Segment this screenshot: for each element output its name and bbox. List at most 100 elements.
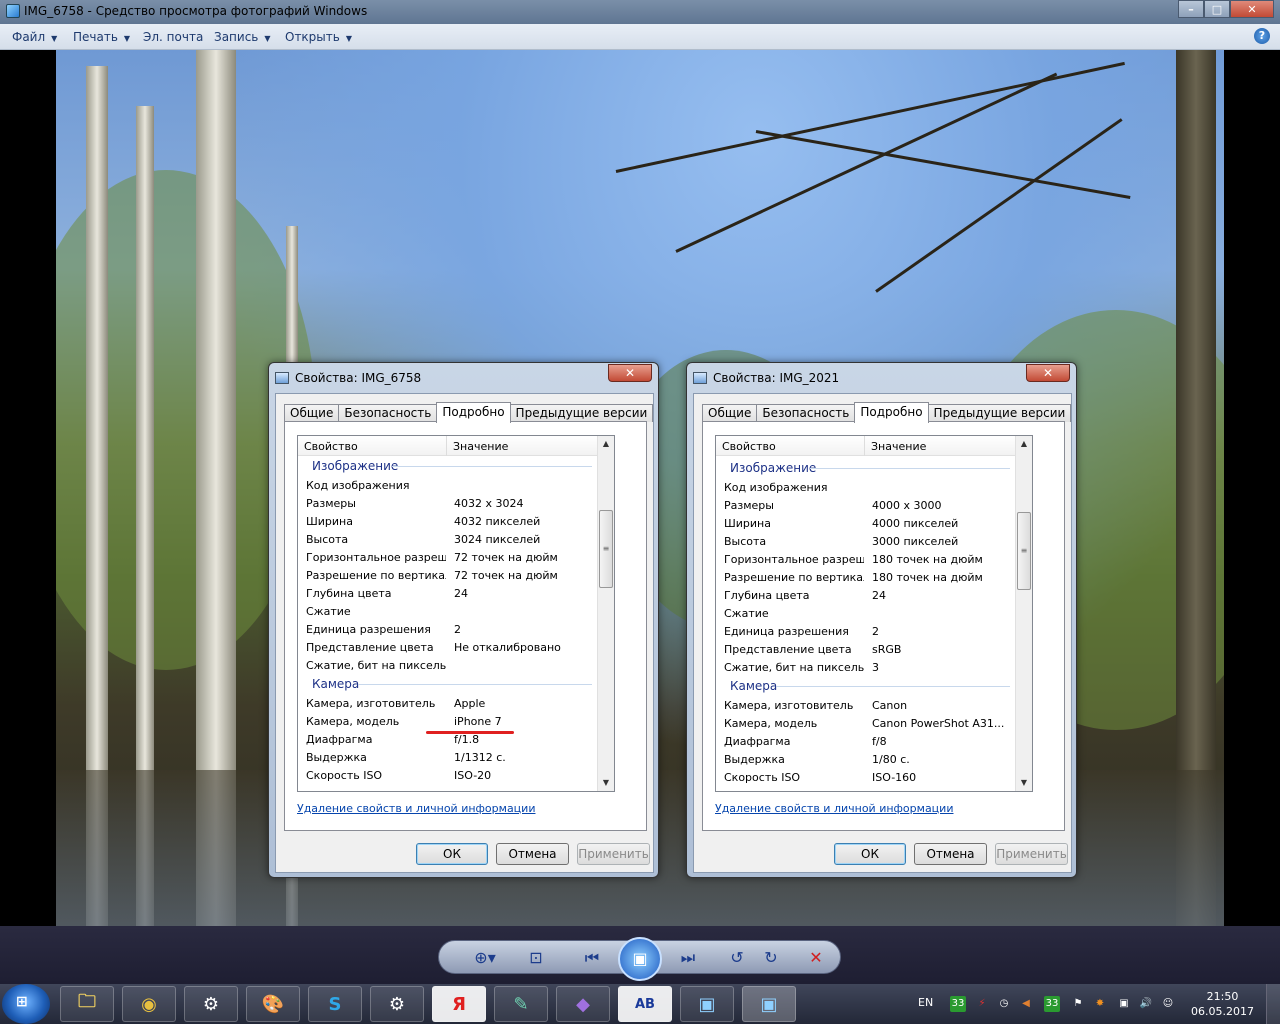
volume-icon[interactable]: 🔊 bbox=[1138, 996, 1154, 1012]
scroll-down-arrow-icon[interactable]: ▼ bbox=[598, 775, 614, 791]
list-item[interactable]: Камера, модель Canon PowerShot A31... bbox=[716, 714, 1032, 732]
list-item[interactable]: Сжатие bbox=[716, 604, 1032, 622]
vertical-scrollbar[interactable]: ▲ ≡ ▼ bbox=[597, 436, 614, 791]
property-list[interactable]: Свойство Значение Изображение Код изобра… bbox=[297, 435, 615, 792]
scroll-thumb[interactable]: ≡ bbox=[1017, 512, 1031, 590]
tray-status-icon[interactable]: ☺ bbox=[1160, 996, 1176, 1012]
visual-studio-icon[interactable]: ◆ bbox=[556, 986, 610, 1022]
list-item[interactable]: Сжатие bbox=[298, 602, 614, 620]
chrome-icon[interactable]: ◉ bbox=[122, 986, 176, 1022]
list-item[interactable]: Размеры 4032 x 3024 bbox=[298, 494, 614, 512]
tray-steam-icon[interactable]: ◷ bbox=[996, 996, 1012, 1012]
list-item[interactable]: Скорость ISO ISO-20 bbox=[298, 766, 614, 784]
menu-file[interactable]: Файл ▼ bbox=[12, 30, 57, 44]
remove-properties-link[interactable]: Удаление свойств и личной информации bbox=[297, 802, 535, 815]
rotate-right-icon[interactable]: ↻ bbox=[760, 949, 782, 967]
tab-security[interactable]: Безопасность bbox=[756, 404, 856, 422]
tab-details[interactable]: Подробно bbox=[436, 402, 511, 423]
remove-properties-link[interactable]: Удаление свойств и личной информации bbox=[715, 802, 953, 815]
minimize-button[interactable]: – bbox=[1178, 0, 1204, 18]
paint-icon[interactable]: 🎨 bbox=[246, 986, 300, 1022]
column-header-value[interactable]: Значение bbox=[871, 440, 926, 453]
list-item[interactable]: Горизонтальное разреше...180 точек на дю… bbox=[716, 550, 1032, 568]
ok-button[interactable]: ОК bbox=[834, 843, 906, 865]
list-item[interactable]: Единица разрешения 2 bbox=[716, 622, 1032, 640]
cancel-button[interactable]: Отмена bbox=[496, 843, 569, 865]
list-item[interactable]: Глубина цвета 24 bbox=[298, 584, 614, 602]
list-item[interactable]: Сжатие, бит на пиксель 3 bbox=[716, 658, 1032, 676]
tray-flash-icon[interactable]: ⚡ bbox=[974, 996, 990, 1012]
tab-details[interactable]: Подробно bbox=[854, 402, 929, 423]
list-item[interactable]: Высота 3024 пикселей bbox=[298, 530, 614, 548]
tray-app-33-icon[interactable]: 33 bbox=[950, 996, 966, 1012]
apply-button[interactable]: Применить bbox=[577, 843, 650, 865]
tab-previous-versions[interactable]: Предыдущие версии bbox=[927, 404, 1072, 422]
maximize-button[interactable]: □ bbox=[1204, 0, 1230, 18]
vertical-scrollbar[interactable]: ▲ ≡ ▼ bbox=[1015, 436, 1032, 791]
scroll-up-arrow-icon[interactable]: ▲ bbox=[598, 436, 614, 452]
show-desktop-button[interactable] bbox=[1266, 984, 1280, 1024]
fit-window-icon[interactable]: ⊡ bbox=[525, 949, 547, 967]
photo-viewer-icon[interactable]: ▣ bbox=[680, 986, 734, 1022]
scroll-thumb[interactable]: ≡ bbox=[599, 510, 613, 588]
list-item[interactable]: Сжатие, бит на пиксель bbox=[298, 656, 614, 674]
cancel-button[interactable]: Отмена bbox=[914, 843, 987, 865]
list-item[interactable]: Горизонтальное разреше...72 точек на дюй… bbox=[298, 548, 614, 566]
list-item[interactable]: Ширина 4032 пикселей bbox=[298, 512, 614, 530]
ok-button[interactable]: ОК bbox=[416, 843, 488, 865]
list-item[interactable]: Ширина 4000 пикселей bbox=[716, 514, 1032, 532]
notes-icon[interactable]: ✎ bbox=[494, 986, 548, 1022]
list-item[interactable]: Код изображения bbox=[716, 478, 1032, 496]
tray-app-33-alt-icon[interactable]: 33 bbox=[1044, 996, 1060, 1012]
steam-icon[interactable]: ⚙ bbox=[184, 986, 238, 1022]
delete-icon[interactable]: ✕ bbox=[805, 949, 827, 967]
tray-arrow-icon[interactable]: ◀ bbox=[1018, 996, 1034, 1012]
list-item[interactable]: Камера, изготовитель Canon bbox=[716, 696, 1032, 714]
skype-icon[interactable]: S bbox=[308, 986, 362, 1022]
dialog-close-button[interactable]: ✕ bbox=[608, 364, 652, 382]
column-header-property[interactable]: Свойство bbox=[304, 440, 358, 453]
column-header-value[interactable]: Значение bbox=[453, 440, 508, 453]
list-item[interactable]: Код изображения bbox=[298, 476, 614, 494]
column-header-property[interactable]: Свойство bbox=[722, 440, 776, 453]
dialog-close-button[interactable]: ✕ bbox=[1026, 364, 1070, 382]
slideshow-icon[interactable]: ▣ bbox=[618, 937, 662, 981]
list-item[interactable]: Камера, модель iPhone 7 bbox=[298, 712, 614, 730]
tray-avast-icon[interactable]: ✸ bbox=[1092, 996, 1108, 1012]
yandex-icon[interactable]: Я bbox=[432, 986, 486, 1022]
menu-burn[interactable]: Запись ▼ bbox=[214, 30, 271, 44]
tab-security[interactable]: Безопасность bbox=[338, 404, 438, 422]
list-item[interactable]: Разрешение по вертикали 180 точек на дюйм bbox=[716, 568, 1032, 586]
scroll-up-arrow-icon[interactable]: ▲ bbox=[1016, 436, 1032, 452]
scroll-down-arrow-icon[interactable]: ▼ bbox=[1016, 775, 1032, 791]
previous-icon[interactable]: ⏮ bbox=[581, 949, 603, 967]
menu-email[interactable]: Эл. почта bbox=[143, 30, 203, 44]
start-button[interactable]: ⊞ bbox=[2, 984, 50, 1024]
rotate-left-icon[interactable]: ↺ bbox=[726, 949, 748, 967]
list-item[interactable]: Единица разрешения 2 bbox=[298, 620, 614, 638]
next-icon[interactable]: ⏭ bbox=[677, 949, 699, 967]
abc-net-icon[interactable]: AB bbox=[618, 986, 672, 1022]
list-item[interactable]: Скорость ISO ISO-160 bbox=[716, 768, 1032, 786]
tab-general[interactable]: Общие bbox=[702, 404, 758, 422]
zoom-icon[interactable]: ⊕▾ bbox=[469, 949, 501, 967]
clock[interactable]: 21:50 06.05.2017 bbox=[1191, 989, 1254, 1019]
list-item[interactable]: Диафрагма f/8 bbox=[716, 732, 1032, 750]
list-item[interactable]: Разрешение по вертикали 72 точек на дюйм bbox=[298, 566, 614, 584]
list-item[interactable]: Представление цвета sRGB bbox=[716, 640, 1032, 658]
photo-viewer-active-icon[interactable]: ▣ bbox=[742, 986, 796, 1022]
language-indicator[interactable]: EN bbox=[918, 996, 933, 1009]
help-icon[interactable]: ? bbox=[1254, 28, 1270, 44]
tab-general[interactable]: Общие bbox=[284, 404, 340, 422]
list-item[interactable]: Выдержка 1/80 с. bbox=[716, 750, 1032, 768]
property-list[interactable]: Свойство Значение Изображение Код изобра… bbox=[715, 435, 1033, 792]
list-item[interactable]: Глубина цвета 24 bbox=[716, 586, 1032, 604]
tab-previous-versions[interactable]: Предыдущие версии bbox=[509, 404, 654, 422]
list-item[interactable]: Размеры 4000 x 3000 bbox=[716, 496, 1032, 514]
list-item[interactable]: Высота 3000 пикселей bbox=[716, 532, 1032, 550]
explorer-icon[interactable]: 🗀 bbox=[60, 986, 114, 1022]
list-item[interactable]: Представление цвета Не откалибровано bbox=[298, 638, 614, 656]
tray-flag-icon[interactable]: ⚑ bbox=[1070, 996, 1086, 1012]
menu-print[interactable]: Печать ▼ bbox=[73, 30, 130, 44]
steam-alt-icon[interactable]: ⚙ bbox=[370, 986, 424, 1022]
